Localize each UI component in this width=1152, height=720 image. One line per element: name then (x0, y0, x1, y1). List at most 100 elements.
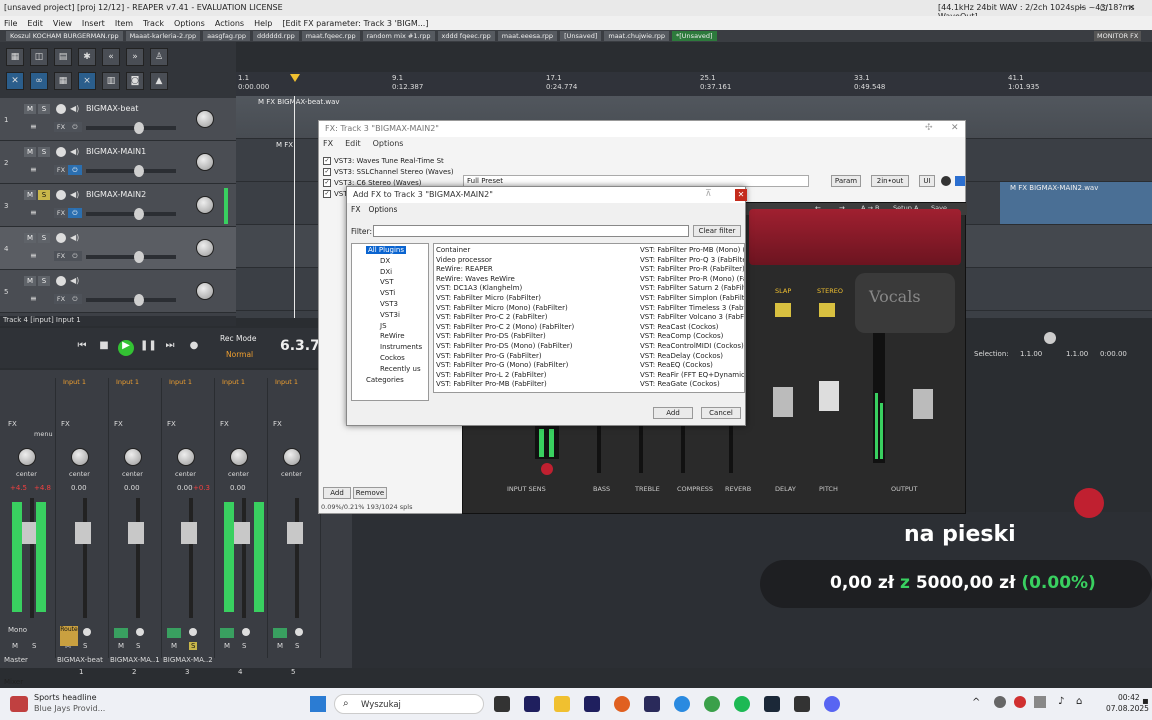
route-button[interactable]: Route (60, 626, 78, 646)
project-tab[interactable]: dddddd.rpp (252, 31, 299, 41)
mute-button[interactable]: M (24, 276, 36, 286)
windows-start-icon[interactable] (310, 696, 326, 712)
menu-item[interactable]: Insert (82, 19, 105, 28)
pin-icon[interactable]: ⊼ (705, 189, 712, 199)
project-tab[interactable]: maat.fqeec.rpp (301, 31, 360, 41)
solo-button[interactable]: S (38, 104, 50, 114)
speaker-icon[interactable]: ◀) (70, 276, 79, 285)
solo-button[interactable]: S (38, 233, 50, 243)
fx-bypass-button[interactable]: ⏻ (68, 165, 82, 175)
pan-knob[interactable] (196, 239, 214, 257)
clear-filter-button[interactable]: Clear filter (693, 225, 741, 237)
ripple-icon[interactable]: ✕ (6, 72, 24, 90)
discord-icon[interactable] (824, 696, 840, 712)
plugin-list-item[interactable]: VST: FabFilter Pro-G (Mono) (FabFilter) (436, 361, 636, 371)
strip-label[interactable]: BIGMAX-beat (57, 656, 103, 664)
fx-bypass-button[interactable]: ⏻ (68, 122, 82, 132)
volume-readout[interactable]: 0.00 (124, 484, 140, 492)
spotify-icon[interactable] (734, 696, 750, 712)
metronome-alt-icon[interactable]: ♙ (150, 48, 168, 66)
fader-thumb[interactable] (181, 522, 197, 544)
menu-item[interactable]: View (53, 19, 72, 28)
fader-thumb[interactable] (75, 522, 91, 544)
file-explorer-icon[interactable] (554, 696, 570, 712)
plugin-list-item[interactable]: VST: FabFilter Simplon (FabFilte (640, 294, 744, 304)
after-effects-icon[interactable] (524, 696, 540, 712)
slap-toggle[interactable] (775, 303, 791, 317)
edge-icon[interactable] (674, 696, 690, 712)
volume-readout[interactable]: 0.00 (71, 484, 87, 492)
play-icon[interactable]: ▶ (118, 340, 134, 356)
fx-bypass-button[interactable]: ⏻ (68, 208, 82, 218)
record-arm-icon[interactable] (136, 628, 144, 636)
plugin-list-item[interactable]: VST: FabFilter Timeless 3 (Fabf (640, 304, 744, 314)
premiere-icon[interactable] (584, 696, 600, 712)
stop-icon[interactable]: ■ (96, 340, 112, 356)
gear-icon[interactable]: ✱ (78, 48, 96, 66)
plugin-list-item[interactable]: Video processor (436, 256, 636, 266)
add-button[interactable]: Add (653, 407, 693, 419)
volume-slider[interactable] (86, 122, 176, 134)
plugin-list-item[interactable]: ReWire: REAPER (436, 265, 636, 275)
project-tab[interactable]: *[Unsaved] (672, 31, 717, 41)
plugin-category-tree[interactable]: All Plugins DX DXi VST VSTi VST3 VST3i JS ReWire… (351, 243, 429, 401)
envelope-icon[interactable]: ≡ (30, 165, 37, 174)
tray-app-icon[interactable] (1014, 696, 1026, 708)
volume-slider-thumb[interactable] (134, 165, 144, 177)
fader-track[interactable] (30, 498, 34, 618)
plugin-list-item[interactable]: VST: FabFilter Pro-L 2 (FabFilter) (436, 371, 636, 381)
strip-label[interactable]: BIGMAX-MA..1 (110, 656, 160, 664)
mute-button[interactable]: M (24, 233, 36, 243)
fx-button[interactable]: FX (54, 251, 68, 261)
ui-button[interactable]: UI (919, 175, 935, 187)
volume-slider-thumb[interactable] (134, 251, 144, 263)
record-arm-icon[interactable] (56, 147, 66, 157)
master-strip[interactable]: menu FX center +4.5 +4.8 Mono M S Master (4, 378, 56, 664)
project-tab[interactable]: maat.chujwie.rpp (604, 31, 670, 41)
plugin-list-item[interactable]: VST: FabFilter Pro-C 2 (FabFilter) (436, 313, 636, 323)
mixer-strip[interactable]: Input 1 FX center 0.00 M S 4 (216, 378, 268, 676)
input-label[interactable]: Input 1 (116, 378, 139, 386)
menu-item[interactable]: File (4, 19, 17, 28)
volume-slider[interactable] (86, 294, 176, 306)
tree-node[interactable]: ReWire (380, 332, 405, 340)
fx-enable-checkbox[interactable]: ✓ (323, 178, 331, 187)
mixer-strip[interactable]: Input 1 FX center 0.00 M S BIGMAX-beat 1 (57, 378, 109, 676)
pan-knob[interactable] (196, 110, 214, 128)
speaker-icon[interactable]: ◀) (70, 104, 79, 113)
strip-label[interactable]: Master (4, 656, 28, 664)
fx-bypass-button[interactable]: ⏻ (68, 294, 82, 304)
volume-readout[interactable]: 0.00 (230, 484, 246, 492)
input-label[interactable]: Input 1 (169, 378, 192, 386)
reaper-icon[interactable] (794, 696, 810, 712)
filter-input[interactable] (373, 225, 689, 237)
menu-item[interactable]: Edit (27, 19, 43, 28)
mixer-tab[interactable]: Mixer (4, 678, 23, 686)
grid-icon[interactable]: ▦ (6, 48, 24, 66)
plugin-list-item[interactable]: VST: FabFilter Pro-C 2 (Mono) (FabFilter… (436, 323, 636, 333)
speaker-icon[interactable]: ◀) (70, 147, 79, 156)
project-tab[interactable]: maat.eeesa.rpp (497, 31, 558, 41)
input-label[interactable]: Input 1 (63, 378, 86, 386)
task-view-icon[interactable] (494, 696, 510, 712)
tray-app-icon[interactable] (1034, 696, 1046, 708)
fx-chain-item[interactable]: ✓ VST3: SSLChannel Stereo (Waves) (323, 166, 457, 177)
strip-label[interactable]: BIGMAX-MA..2 (163, 656, 213, 664)
fx-chain-item[interactable]: ✓ VST3: Waves Tune Real-Time St (323, 155, 457, 166)
track-name[interactable]: BIGMAX-beat (86, 104, 138, 113)
envelope-icon[interactable]: ≡ (30, 294, 37, 303)
volume-slider-thumb[interactable] (134, 294, 144, 306)
plugin-list-item[interactable]: VST: FabFilter Pro-MB (Mono) (F (640, 246, 744, 256)
tree-node[interactable]: DXi (380, 268, 392, 276)
pan-knob[interactable] (18, 448, 36, 466)
close-icon[interactable]: ✕ (1128, 3, 1135, 12)
plugin-list-item[interactable]: VST: FabFilter Micro (FabFilter) (436, 294, 636, 304)
news-icon[interactable] (10, 696, 28, 712)
mute-button[interactable]: M (24, 104, 36, 114)
mute-button[interactable]: M (118, 642, 124, 650)
pan-knob[interactable] (230, 448, 248, 466)
fx-button[interactable]: FX (54, 122, 68, 132)
fx-button[interactable]: FX (8, 420, 17, 428)
plugin-list-item[interactable]: VST: FabFilter Pro-Q 3 (FabFilte (640, 256, 744, 266)
tree-node[interactable]: Cockos (380, 354, 405, 362)
